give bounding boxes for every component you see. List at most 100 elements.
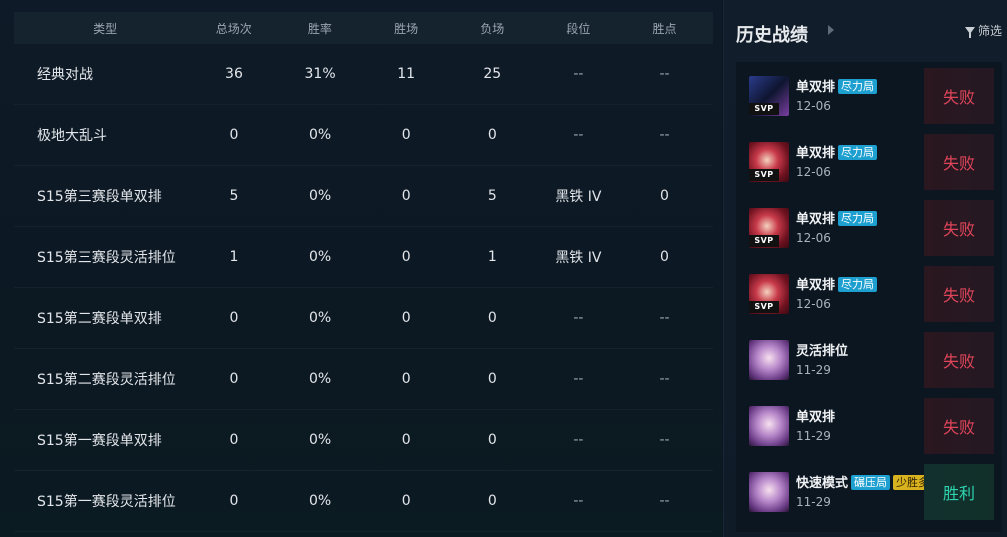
match-item[interactable]: 灵活排位 11-29 失败 bbox=[736, 326, 1002, 392]
history-title[interactable]: 历史战绩 bbox=[736, 21, 808, 47]
cell-type: S15第三赛段灵活排位 bbox=[37, 250, 176, 266]
stats-table: 类型 总场次 胜率 胜场 负场 段位 胜点 经典对战 36 31% 11 25 … bbox=[14, 12, 713, 532]
cell-wins: 0 bbox=[401, 188, 411, 204]
cell-losses: 0 bbox=[487, 127, 497, 143]
cell-total: 0 bbox=[229, 493, 239, 509]
cell-wins: 0 bbox=[401, 310, 411, 326]
cell-rank: -- bbox=[573, 127, 584, 143]
table-row: S15第一赛段单双排 0 0% 0 0 -- -- bbox=[14, 410, 713, 471]
table-row: 极地大乱斗 0 0% 0 0 -- -- bbox=[14, 105, 713, 166]
cell-total: 1 bbox=[229, 249, 239, 265]
match-mode-label: 单双排 bbox=[796, 80, 836, 95]
cell-rank: -- bbox=[573, 493, 584, 509]
filter-button[interactable]: 筛选 bbox=[964, 22, 1002, 39]
match-mode-label: 单双排 bbox=[796, 146, 836, 161]
cell-rank: -- bbox=[573, 66, 584, 82]
cell-type: S15第一赛段灵活排位 bbox=[37, 494, 176, 510]
table-row: S15第二赛段灵活排位 0 0% 0 0 -- -- bbox=[14, 349, 713, 410]
match-mode: 单双排 bbox=[796, 406, 835, 425]
cell-rank: -- bbox=[573, 310, 584, 326]
cell-type: S15第二赛段单双排 bbox=[37, 311, 162, 327]
match-date: 11-29 bbox=[796, 429, 831, 443]
cell-total: 0 bbox=[229, 310, 239, 326]
svp-badge: SVP bbox=[749, 169, 779, 181]
cell-rank: 黑铁 IV bbox=[555, 189, 602, 205]
match-mode: 灵活排位 bbox=[796, 340, 848, 359]
cell-lp: -- bbox=[659, 127, 670, 143]
filter-label: 筛选 bbox=[977, 24, 1002, 38]
match-tag: 尽力局 bbox=[838, 211, 878, 226]
cell-lp: -- bbox=[659, 432, 670, 448]
match-date: 11-29 bbox=[796, 495, 831, 509]
table-row: S15第一赛段灵活排位 0 0% 0 0 -- -- bbox=[14, 471, 713, 532]
cell-lp: 0 bbox=[660, 188, 669, 204]
header-lp: 胜点 bbox=[652, 21, 677, 36]
cell-losses: 0 bbox=[487, 310, 497, 326]
cell-wins: 11 bbox=[397, 66, 416, 82]
table-row: S15第三赛段单双排 5 0% 0 5 黑铁 IV 0 bbox=[14, 166, 713, 227]
cell-lp: -- bbox=[659, 66, 670, 82]
match-result: 失败 bbox=[924, 200, 994, 256]
match-mode: 单双排 尽力局 bbox=[796, 274, 878, 293]
cell-type: S15第一赛段单双排 bbox=[37, 433, 162, 449]
cell-losses: 1 bbox=[487, 249, 497, 265]
header-rank: 段位 bbox=[566, 21, 591, 36]
match-date: 11-29 bbox=[796, 363, 831, 377]
cell-losses: 25 bbox=[483, 66, 502, 82]
cell-winrate: 0% bbox=[308, 249, 332, 265]
cell-type: S15第三赛段单双排 bbox=[37, 189, 162, 205]
cell-wins: 0 bbox=[401, 493, 411, 509]
match-item[interactable]: 单双排 11-29 失败 bbox=[736, 392, 1002, 458]
table-header: 类型 总场次 胜率 胜场 负场 段位 胜点 bbox=[14, 12, 713, 44]
match-item[interactable]: SVP 单双排 尽力局 12-06 失败 bbox=[736, 194, 1002, 260]
header-wins: 胜场 bbox=[394, 21, 419, 36]
cell-wins: 0 bbox=[401, 127, 411, 143]
cell-winrate: 0% bbox=[308, 432, 332, 448]
cell-lp: -- bbox=[659, 371, 670, 387]
match-mode: 快速模式 碾压局 少胜多 bbox=[796, 472, 933, 491]
stats-panel: 类型 总场次 胜率 胜场 负场 段位 胜点 经典对战 36 31% 11 25 … bbox=[0, 0, 722, 537]
match-tag: 尽力局 bbox=[838, 79, 878, 94]
cell-type: S15第二赛段灵活排位 bbox=[37, 372, 176, 388]
svp-badge: SVP bbox=[749, 235, 779, 247]
cell-winrate: 0% bbox=[308, 371, 332, 387]
match-item[interactable]: SVP 单双排 尽力局 12-06 失败 bbox=[736, 62, 1002, 128]
cell-total: 5 bbox=[229, 188, 239, 204]
history-header: 历史战绩 筛选 bbox=[736, 18, 1006, 46]
cell-type: 极地大乱斗 bbox=[37, 128, 107, 144]
match-mode-label: 单双排 bbox=[796, 278, 836, 293]
cell-winrate: 0% bbox=[308, 188, 332, 204]
match-date: 12-06 bbox=[796, 99, 831, 113]
filter-icon bbox=[964, 27, 975, 38]
cell-winrate: 0% bbox=[308, 310, 332, 326]
chevron-right-icon[interactable] bbox=[828, 25, 834, 35]
cell-total: 0 bbox=[229, 432, 239, 448]
match-result: 失败 bbox=[924, 68, 994, 124]
cell-losses: 0 bbox=[487, 493, 497, 509]
cell-losses: 0 bbox=[487, 371, 497, 387]
match-mode: 单双排 尽力局 bbox=[796, 142, 878, 161]
match-item[interactable]: 快速模式 碾压局 少胜多 11-29 胜利 bbox=[736, 458, 1002, 524]
match-item[interactable]: SVP 单双排 尽力局 12-06 失败 bbox=[736, 128, 1002, 194]
match-item[interactable]: SVP 单双排 尽力局 12-06 失败 bbox=[736, 260, 1002, 326]
cell-rank: 黑铁 IV bbox=[555, 250, 602, 266]
cell-wins: 0 bbox=[401, 249, 411, 265]
match-date: 12-06 bbox=[796, 297, 831, 311]
cell-lp: 0 bbox=[660, 249, 669, 265]
cell-wins: 0 bbox=[401, 432, 411, 448]
header-winrate: 胜率 bbox=[307, 21, 332, 36]
cell-winrate: 0% bbox=[308, 127, 332, 143]
match-result: 失败 bbox=[924, 398, 994, 454]
cell-losses: 0 bbox=[487, 432, 497, 448]
table-row: S15第三赛段灵活排位 1 0% 0 1 黑铁 IV 0 bbox=[14, 227, 713, 288]
match-result: 失败 bbox=[924, 134, 994, 190]
cell-lp: -- bbox=[659, 493, 670, 509]
match-mode-label: 单双排 bbox=[796, 212, 836, 227]
match-date: 12-06 bbox=[796, 165, 831, 179]
header-losses: 负场 bbox=[480, 21, 505, 36]
history-panel: 历史战绩 筛选 SVP 单双排 尽力局 12-06 失败 SVP 单双排 尽力局 1… bbox=[723, 0, 1007, 537]
match-tag: 尽力局 bbox=[838, 145, 878, 160]
header-type: 类型 bbox=[93, 21, 118, 36]
match-result: 失败 bbox=[924, 332, 994, 388]
table-row: 经典对战 36 31% 11 25 -- -- bbox=[14, 44, 713, 105]
